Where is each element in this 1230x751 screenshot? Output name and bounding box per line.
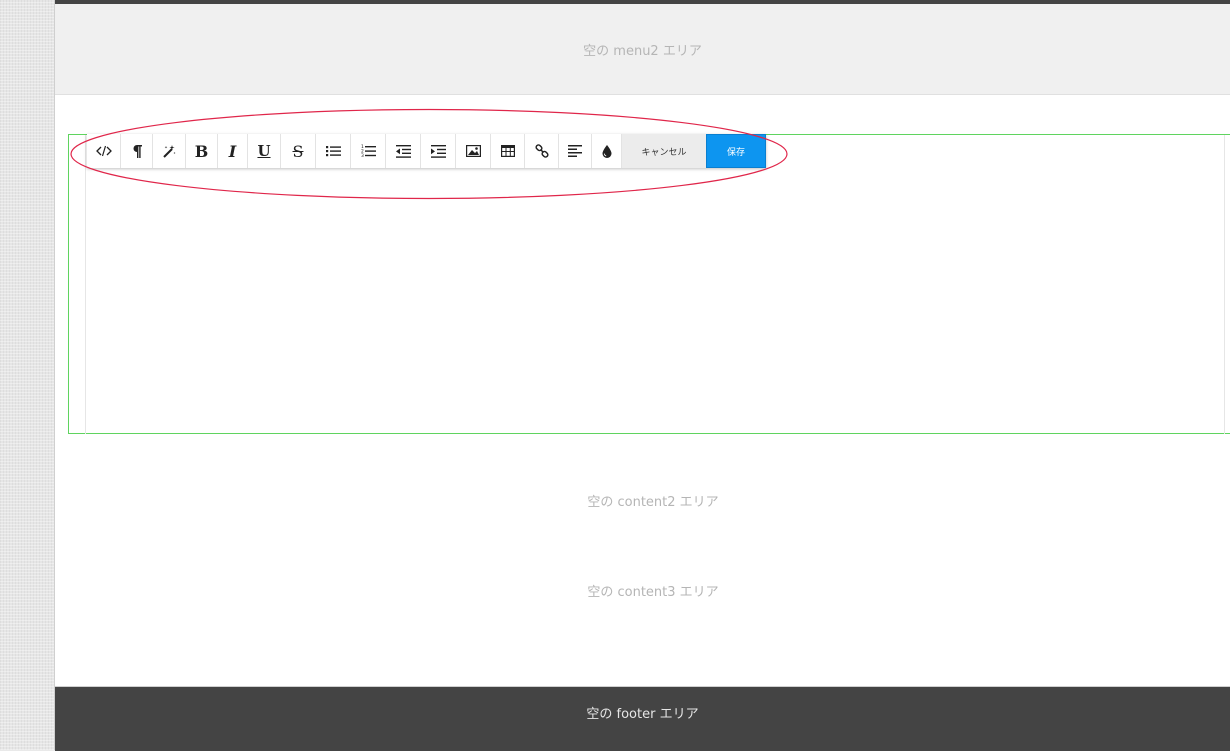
page: 空の menu2 エリア B I U S 1 2 3 キャンセル 保存 空の c… [55,0,1230,751]
align-left-icon [568,145,582,157]
editor-toolbar: B I U S 1 2 3 キャンセル 保存 [87,134,766,168]
indent-button[interactable] [421,134,456,168]
table-icon [500,145,515,157]
insert-link-button[interactable] [525,134,559,168]
magic-wand-icon [163,145,176,158]
content2-label: 空の content2 エリア [587,495,719,510]
menu2-area: 空の menu2 エリア [55,4,1230,95]
code-icon [95,145,112,157]
bold-icon: B [194,141,209,161]
image-icon [465,145,481,157]
bullet-list-icon [325,146,341,157]
paragraph-button[interactable] [121,134,153,168]
italic-icon: I [228,141,237,161]
color-button[interactable] [592,134,622,168]
align-button[interactable] [559,134,592,168]
bullet-list-button[interactable] [316,134,351,168]
strikethrough-button[interactable]: S [281,134,316,168]
editor-frame[interactable] [68,134,1230,434]
italic-button[interactable]: I [218,134,248,168]
outdent-icon [395,144,411,158]
droplet-icon [602,144,611,158]
numbered-list-button[interactable]: 1 2 3 [351,134,386,168]
footer-label: 空の footer エリア [586,706,699,722]
pilcrow-icon [133,144,142,158]
cancel-button[interactable]: キャンセル [622,134,706,168]
save-button[interactable]: 保存 [706,134,766,168]
numbered-list-icon: 1 2 3 [361,144,376,158]
underline-button[interactable]: U [248,134,281,168]
editor-content-area[interactable] [85,135,1225,434]
outdent-button[interactable] [386,134,421,168]
insert-image-button[interactable] [456,134,491,168]
menu2-label: 空の menu2 エリア [583,43,702,59]
bold-button[interactable]: B [186,134,218,168]
underline-icon: U [257,142,271,160]
link-icon [534,144,549,158]
insert-table-button[interactable] [491,134,525,168]
content3-label: 空の content3 エリア [587,585,719,600]
magic-format-button[interactable] [153,134,186,168]
footer-area: 空の footer エリア [55,686,1230,751]
code-view-button[interactable] [87,134,121,168]
strikethrough-icon: S [292,141,304,161]
indent-icon [430,144,446,158]
left-background-strip [0,0,55,750]
svg-text:3: 3 [361,153,364,158]
